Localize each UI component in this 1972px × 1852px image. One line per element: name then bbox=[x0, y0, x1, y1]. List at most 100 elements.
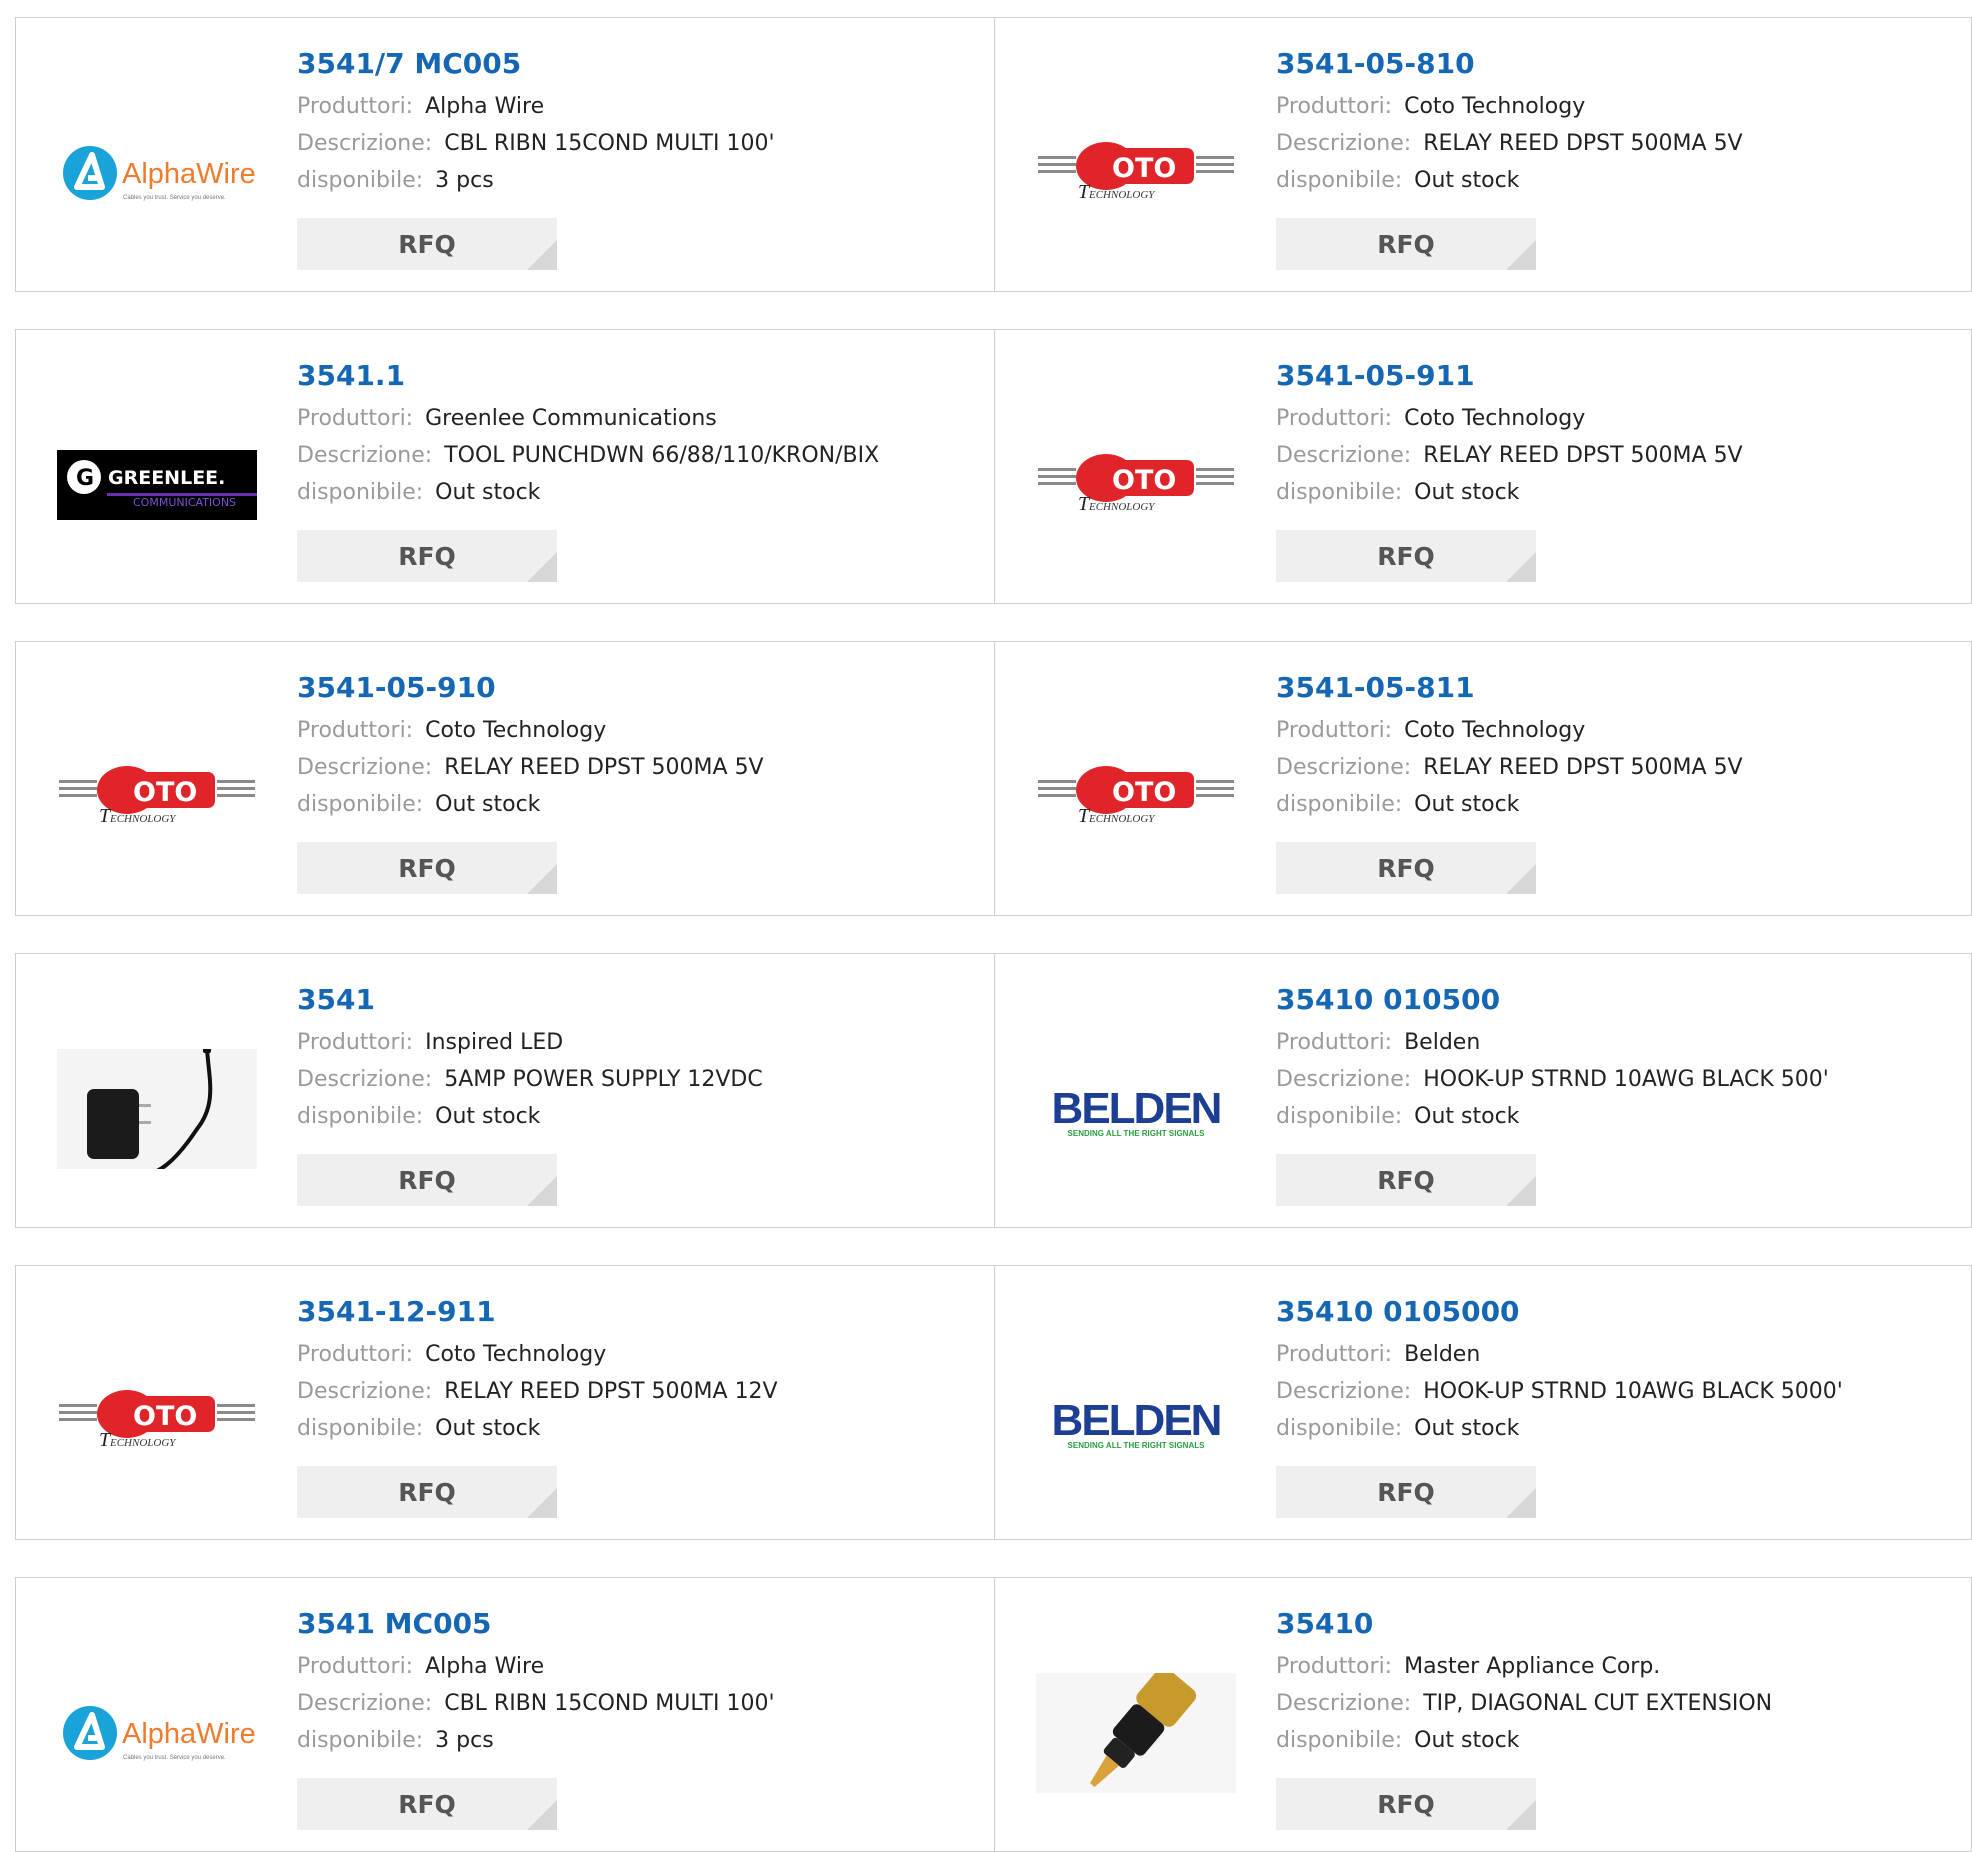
manufacturer-value: Master Appliance Corp. bbox=[1404, 1654, 1661, 1679]
solder-tip-image bbox=[1036, 1673, 1236, 1793]
manufacturer-logo[interactable]: OTO T ECHNOLOGY bbox=[56, 1361, 258, 1481]
svg-text:ECHNOLOGY: ECHNOLOGY bbox=[109, 1437, 177, 1449]
description-row: Descrizione: TOOL PUNCHDWN 66/88/110/KRON… bbox=[297, 437, 984, 474]
rfq-button[interactable]: RFQ bbox=[1276, 530, 1536, 582]
part-number-link[interactable]: 35410 010500 bbox=[1276, 982, 1961, 1018]
manufacturer-row: Produttori: Alpha Wire bbox=[297, 1648, 984, 1685]
manufacturer-label: Produttori: bbox=[297, 1342, 414, 1367]
manufacturer-logo[interactable]: OTO T ECHNOLOGY bbox=[1035, 113, 1237, 233]
manufacturer-logo[interactable]: G GREENLEE. COMMUNICATIONS bbox=[56, 425, 258, 545]
svg-text:ECHNOLOGY: ECHNOLOGY bbox=[1088, 189, 1156, 201]
svg-text:AlphaWire: AlphaWire bbox=[122, 158, 256, 190]
rfq-button[interactable]: RFQ bbox=[297, 1466, 557, 1518]
rfq-label: RFQ bbox=[398, 229, 456, 259]
part-number-link[interactable]: 3541-05-910 bbox=[297, 670, 984, 706]
description-value: RELAY REED DPST 500MA 5V bbox=[1423, 131, 1743, 156]
availability-label: disponibile: bbox=[1276, 480, 1403, 505]
rfq-button[interactable]: RFQ bbox=[1276, 1778, 1536, 1830]
manufacturer-logo[interactable]: BELDEN SENDING ALL THE RIGHT SIGNALS bbox=[1035, 1361, 1237, 1481]
availability-row: disponibile: Out stock bbox=[1276, 162, 1961, 199]
rfq-button[interactable]: RFQ bbox=[297, 218, 557, 270]
description-row: Descrizione: CBL RIBN 15COND MULTI 100' bbox=[297, 125, 984, 162]
description-label: Descrizione: bbox=[297, 1691, 433, 1716]
availability-value: 3 pcs bbox=[435, 168, 494, 193]
rfq-button[interactable]: RFQ bbox=[297, 842, 557, 894]
description-label: Descrizione: bbox=[297, 1379, 433, 1404]
availability-label: disponibile: bbox=[297, 1416, 424, 1441]
corner-fold-decoration bbox=[1506, 1176, 1536, 1206]
description-row: Descrizione: RELAY REED DPST 500MA 5V bbox=[297, 749, 984, 786]
svg-text:ECHNOLOGY: ECHNOLOGY bbox=[1088, 501, 1156, 513]
product-info: 35410 0105000 Produttori: Belden Descrizion… bbox=[1276, 1294, 1961, 1447]
part-number-link[interactable]: 3541-05-911 bbox=[1276, 358, 1961, 394]
part-number-link[interactable]: 3541-12-911 bbox=[297, 1294, 984, 1330]
description-label: Descrizione: bbox=[1276, 443, 1412, 468]
description-row: Descrizione: HOOK-UP STRND 10AWG BLACK 50… bbox=[1276, 1373, 1961, 1410]
rfq-button[interactable]: RFQ bbox=[297, 1778, 557, 1830]
rfq-button[interactable]: RFQ bbox=[1276, 842, 1536, 894]
rfq-label: RFQ bbox=[398, 1165, 456, 1195]
part-number-link[interactable]: 3541 bbox=[297, 982, 984, 1018]
availability-value: Out stock bbox=[1414, 480, 1520, 505]
part-number-link[interactable]: 3541-05-811 bbox=[1276, 670, 1961, 706]
rfq-label: RFQ bbox=[398, 1477, 456, 1507]
part-number-link[interactable]: 3541.1 bbox=[297, 358, 984, 394]
rfq-button[interactable]: RFQ bbox=[297, 1154, 557, 1206]
manufacturer-logo[interactable] bbox=[1035, 1673, 1237, 1793]
description-label: Descrizione: bbox=[297, 131, 433, 156]
svg-text:Cables you trust. Service you: Cables you trust. Service you deserve. bbox=[123, 1755, 226, 1761]
svg-text:BELDEN: BELDEN bbox=[1052, 1084, 1221, 1133]
rfq-button[interactable]: RFQ bbox=[297, 530, 557, 582]
rfq-label: RFQ bbox=[1377, 853, 1435, 883]
manufacturer-logo[interactable]: OTO T ECHNOLOGY bbox=[56, 737, 258, 857]
rfq-button[interactable]: RFQ bbox=[1276, 1466, 1536, 1518]
corner-fold-decoration bbox=[527, 1176, 557, 1206]
product-card: AlphaWire Cables you trust. Service you d… bbox=[15, 1577, 995, 1852]
description-value: RELAY REED DPST 500MA 5V bbox=[1423, 755, 1743, 780]
coto-technology-logo: OTOT ECHNOLOGY bbox=[1038, 454, 1234, 515]
description-value: RELAY REED DPST 500MA 12V bbox=[444, 1379, 778, 1404]
part-number-link[interactable]: 35410 bbox=[1276, 1606, 1961, 1642]
availability-row: disponibile: 3 pcs bbox=[297, 1722, 984, 1759]
corner-fold-decoration bbox=[1506, 1488, 1536, 1518]
manufacturer-logo[interactable]: OTO T ECHNOLOGY bbox=[1035, 737, 1237, 857]
availability-label: disponibile: bbox=[297, 168, 424, 193]
availability-label: disponibile: bbox=[1276, 168, 1403, 193]
corner-fold-decoration bbox=[527, 240, 557, 270]
manufacturer-label: Produttori: bbox=[297, 406, 414, 431]
manufacturer-label: Produttori: bbox=[297, 1654, 414, 1679]
rfq-label: RFQ bbox=[398, 1789, 456, 1819]
manufacturer-logo[interactable]: BELDEN SENDING ALL THE RIGHT SIGNALS bbox=[1035, 1049, 1237, 1169]
manufacturer-logo[interactable]: AlphaWire Cables you trust. Service you d… bbox=[56, 113, 258, 233]
product-info: 3541-05-910 Produttori: Coto Technology Des… bbox=[297, 670, 984, 823]
availability-value: Out stock bbox=[435, 480, 541, 505]
product-card: BELDEN SENDING ALL THE RIGHT SIGNALS 35410… bbox=[994, 953, 1972, 1228]
manufacturer-logo[interactable] bbox=[56, 1049, 258, 1169]
rfq-button[interactable]: RFQ bbox=[1276, 1154, 1536, 1206]
part-number-link[interactable]: 35410 0105000 bbox=[1276, 1294, 1961, 1330]
availability-value: Out stock bbox=[1414, 792, 1520, 817]
description-value: HOOK-UP STRND 10AWG BLACK 5000' bbox=[1423, 1379, 1843, 1404]
availability-row: disponibile: Out stock bbox=[1276, 1722, 1961, 1759]
svg-text:OTO: OTO bbox=[1112, 465, 1176, 496]
rfq-label: RFQ bbox=[398, 853, 456, 883]
manufacturer-logo[interactable]: OTO T ECHNOLOGY bbox=[1035, 425, 1237, 545]
rfq-label: RFQ bbox=[1377, 1165, 1435, 1195]
rfq-label: RFQ bbox=[1377, 229, 1435, 259]
manufacturer-label: Produttori: bbox=[1276, 406, 1393, 431]
manufacturer-label: Produttori: bbox=[297, 94, 414, 119]
svg-text:GREENLEE.: GREENLEE. bbox=[108, 467, 225, 489]
description-value: TOOL PUNCHDWN 66/88/110/KRON/BIX bbox=[444, 443, 880, 468]
rfq-label: RFQ bbox=[398, 541, 456, 571]
svg-text:G: G bbox=[76, 466, 94, 491]
corner-fold-decoration bbox=[527, 1488, 557, 1518]
rfq-button[interactable]: RFQ bbox=[1276, 218, 1536, 270]
manufacturer-logo[interactable]: AlphaWire Cables you trust. Service you d… bbox=[56, 1673, 258, 1793]
rfq-label: RFQ bbox=[1377, 1477, 1435, 1507]
manufacturer-row: Produttori: Coto Technology bbox=[1276, 88, 1961, 125]
description-label: Descrizione: bbox=[1276, 1691, 1412, 1716]
part-number-link[interactable]: 3541-05-810 bbox=[1276, 46, 1961, 82]
part-number-link[interactable]: 3541 MC005 bbox=[297, 1606, 984, 1642]
part-number-link[interactable]: 3541/7 MC005 bbox=[297, 46, 984, 82]
manufacturer-row: Produttori: Master Appliance Corp. bbox=[1276, 1648, 1961, 1685]
